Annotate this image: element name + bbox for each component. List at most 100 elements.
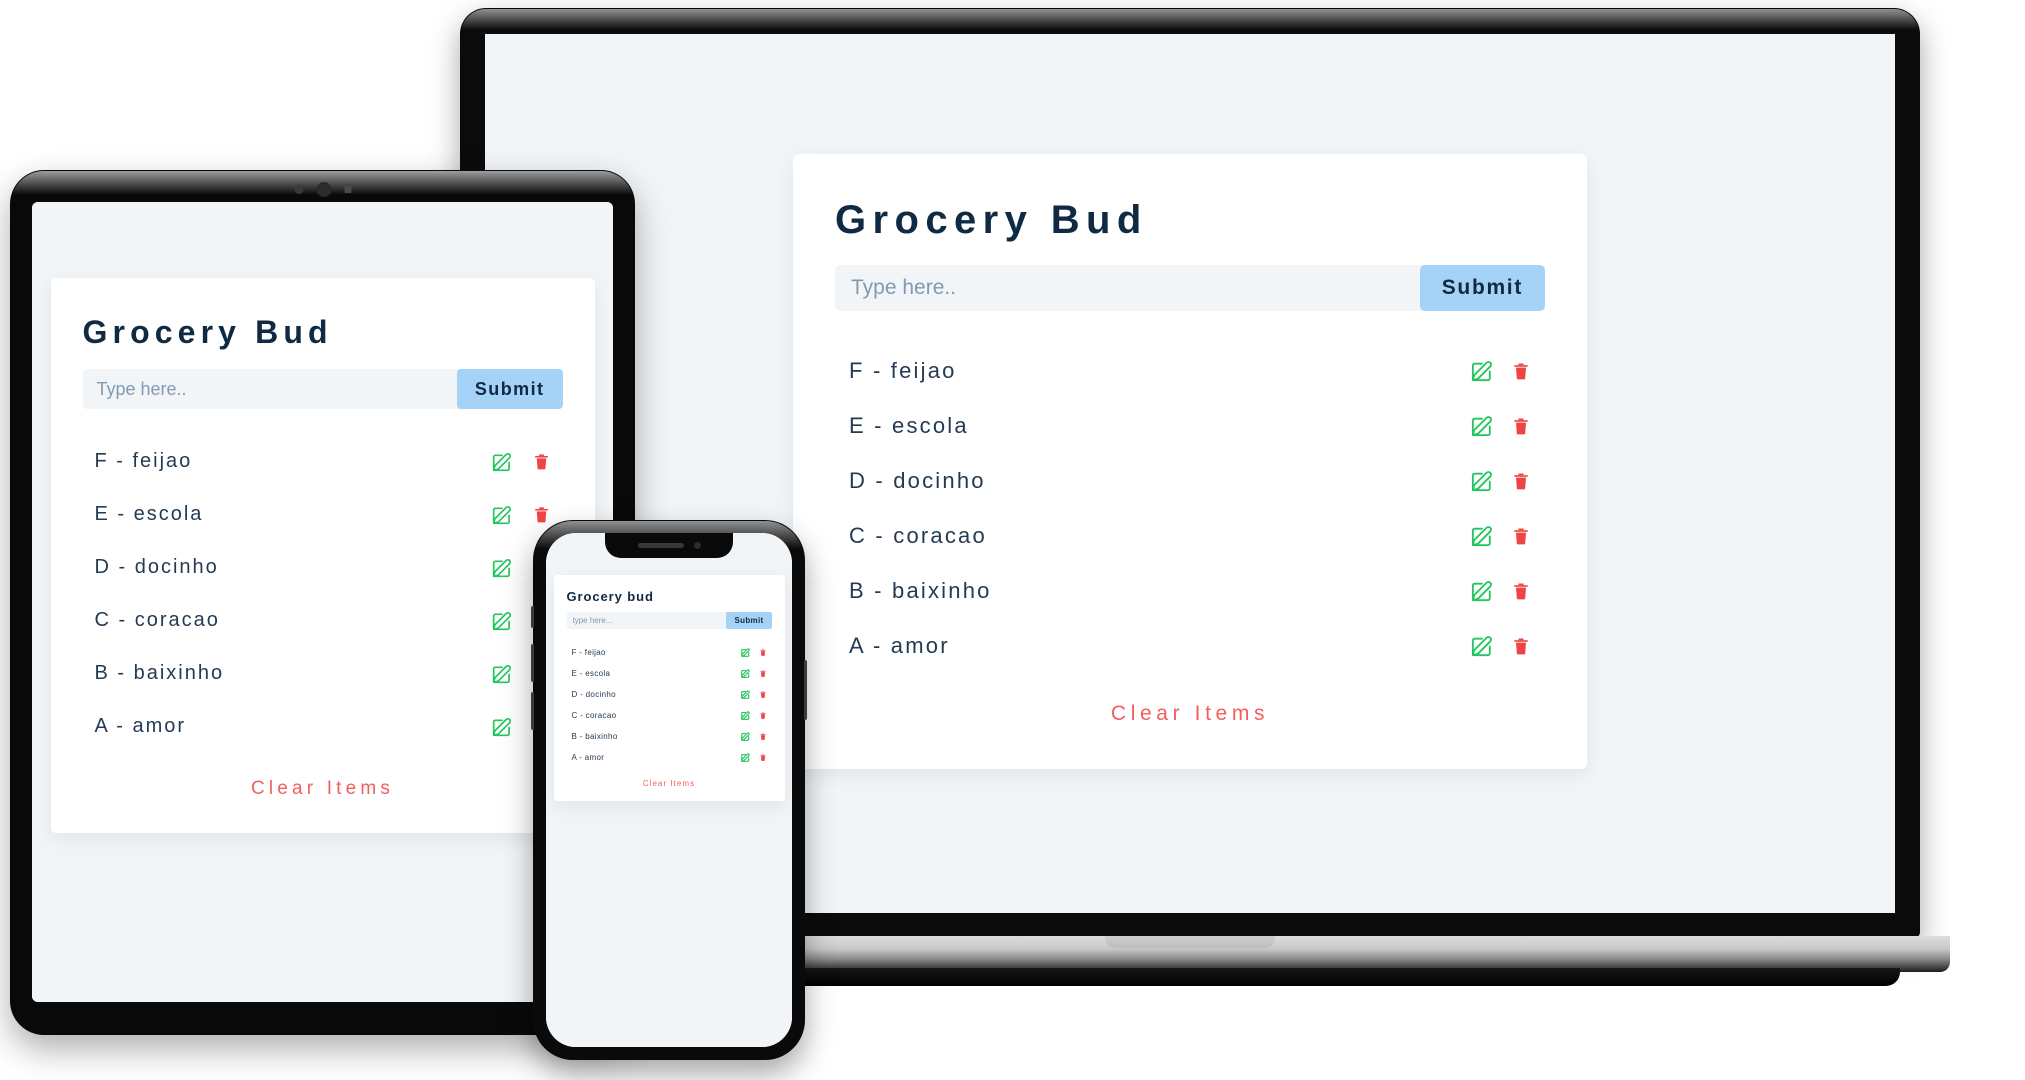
app-viewport-tablet: Grocery Bud Submit F - feijao (32, 202, 613, 1002)
grocery-list: F - feijao E - escola D - docinho C - co… (835, 343, 1545, 673)
list-item: A - amor (835, 618, 1545, 673)
item-actions (740, 711, 767, 720)
list-item: B - baixinho (83, 647, 563, 700)
edit-square-icon[interactable] (740, 669, 750, 678)
laptop-base-notch (1105, 936, 1275, 948)
trash-icon[interactable] (759, 732, 767, 741)
device-mockup-stage: Grocery Bud Submit F - feijao (0, 0, 2025, 1080)
edit-square-icon[interactable] (1471, 415, 1493, 437)
item-actions (740, 669, 767, 678)
volume-up-button[interactable] (531, 644, 534, 682)
grocery-input[interactable] (82, 369, 457, 409)
item-label: D - docinho (571, 690, 616, 699)
submit-button[interactable]: Submit (726, 612, 772, 629)
trash-icon[interactable] (759, 753, 767, 762)
list-item: A - amor (567, 747, 772, 768)
trash-icon[interactable] (759, 711, 767, 720)
grocery-card-desktop: Grocery Bud Submit F - feijao (793, 154, 1587, 769)
edit-square-icon[interactable] (740, 711, 750, 720)
item-label: F - feijao (94, 450, 193, 472)
trash-icon[interactable] (1511, 415, 1531, 437)
list-item: E - escola (567, 663, 772, 684)
edit-square-icon[interactable] (492, 452, 512, 472)
trash-icon[interactable] (759, 669, 767, 678)
camera-lens-icon (316, 182, 331, 197)
item-label: A - amor (94, 715, 187, 737)
phone-notch (605, 533, 733, 558)
edit-square-icon[interactable] (1471, 525, 1493, 547)
edit-square-icon[interactable] (492, 505, 512, 525)
clear-items-button[interactable]: Clear Items (245, 777, 400, 801)
item-label: A - amor (571, 753, 605, 762)
edit-square-icon[interactable] (740, 732, 750, 741)
front-camera-icon (693, 542, 701, 549)
page-title: Grocery Bud (82, 314, 333, 350)
clear-items-button[interactable]: Clear Items (637, 778, 701, 789)
item-actions (1471, 580, 1531, 602)
edit-square-icon[interactable] (492, 717, 512, 737)
list-item: C - coracao (83, 594, 563, 647)
edit-square-icon[interactable] (492, 611, 512, 631)
add-item-form: Submit (566, 612, 772, 629)
trash-icon[interactable] (1511, 470, 1531, 492)
tablet-screen: Grocery Bud Submit F - feijao (32, 202, 613, 1002)
power-button[interactable] (804, 660, 807, 720)
list-item: F - feijao (567, 642, 772, 663)
item-actions (740, 732, 767, 741)
trash-icon[interactable] (1511, 580, 1531, 602)
trash-icon[interactable] (532, 451, 551, 472)
edit-square-icon[interactable] (492, 558, 512, 578)
trash-icon[interactable] (1511, 525, 1531, 547)
submit-button[interactable]: Submit (456, 369, 563, 409)
grocery-list: F - feijao E - escola D - docinho C - co… (567, 642, 772, 768)
item-label: E - escola (849, 412, 969, 438)
item-label: B - baixinho (94, 662, 225, 684)
camera-small-icon (294, 185, 303, 194)
item-label: E - escola (94, 503, 204, 525)
edit-square-icon[interactable] (740, 690, 750, 699)
item-actions (740, 648, 767, 657)
submit-button[interactable]: Submit (1419, 265, 1545, 311)
item-actions (492, 451, 551, 472)
item-label: D - docinho (94, 556, 219, 578)
trash-icon[interactable] (759, 648, 767, 657)
item-label: B - baixinho (571, 732, 618, 741)
edit-square-icon[interactable] (1471, 580, 1493, 602)
list-item: E - escola (835, 398, 1545, 453)
item-actions (1471, 635, 1531, 657)
add-item-form: Submit (82, 369, 563, 409)
silent-switch-button[interactable] (531, 606, 534, 628)
item-actions (740, 753, 767, 762)
trash-icon[interactable] (1511, 360, 1531, 382)
edit-square-icon[interactable] (1471, 635, 1493, 657)
item-actions (1471, 525, 1531, 547)
item-label: B - baixinho (849, 577, 992, 603)
clear-items-button[interactable]: Clear Items (1105, 701, 1275, 727)
speaker-icon (637, 543, 684, 548)
phone-body: Grocery bud Submit F - feijao (531, 520, 807, 1060)
item-label: A - amor (849, 632, 950, 658)
page-title: Grocery Bud (835, 198, 1148, 242)
grocery-card-tablet: Grocery Bud Submit F - feijao (50, 278, 595, 833)
grocery-input[interactable] (566, 612, 727, 629)
edit-square-icon[interactable] (1471, 470, 1493, 492)
item-label: C - coracao (94, 609, 220, 631)
phone-screen: Grocery bud Submit F - feijao (546, 533, 792, 1047)
list-item: E - escola (83, 488, 563, 541)
edit-square-icon[interactable] (492, 664, 512, 684)
trash-icon[interactable] (759, 690, 767, 699)
item-actions (1471, 415, 1531, 437)
page-title: Grocery bud (566, 589, 654, 604)
grocery-card-mobile: Grocery bud Submit F - feijao (553, 575, 785, 801)
tablet-camera-cluster (294, 182, 351, 197)
volume-down-button[interactable] (531, 692, 534, 730)
edit-square-icon[interactable] (1471, 360, 1493, 382)
item-label: C - coracao (849, 522, 987, 548)
trash-icon[interactable] (1511, 635, 1531, 657)
list-item: B - baixinho (567, 726, 772, 747)
edit-square-icon[interactable] (740, 648, 750, 657)
grocery-input[interactable] (835, 265, 1420, 311)
sensor-icon (344, 186, 351, 193)
edit-square-icon[interactable] (740, 753, 750, 762)
item-label: F - feijao (849, 357, 957, 383)
